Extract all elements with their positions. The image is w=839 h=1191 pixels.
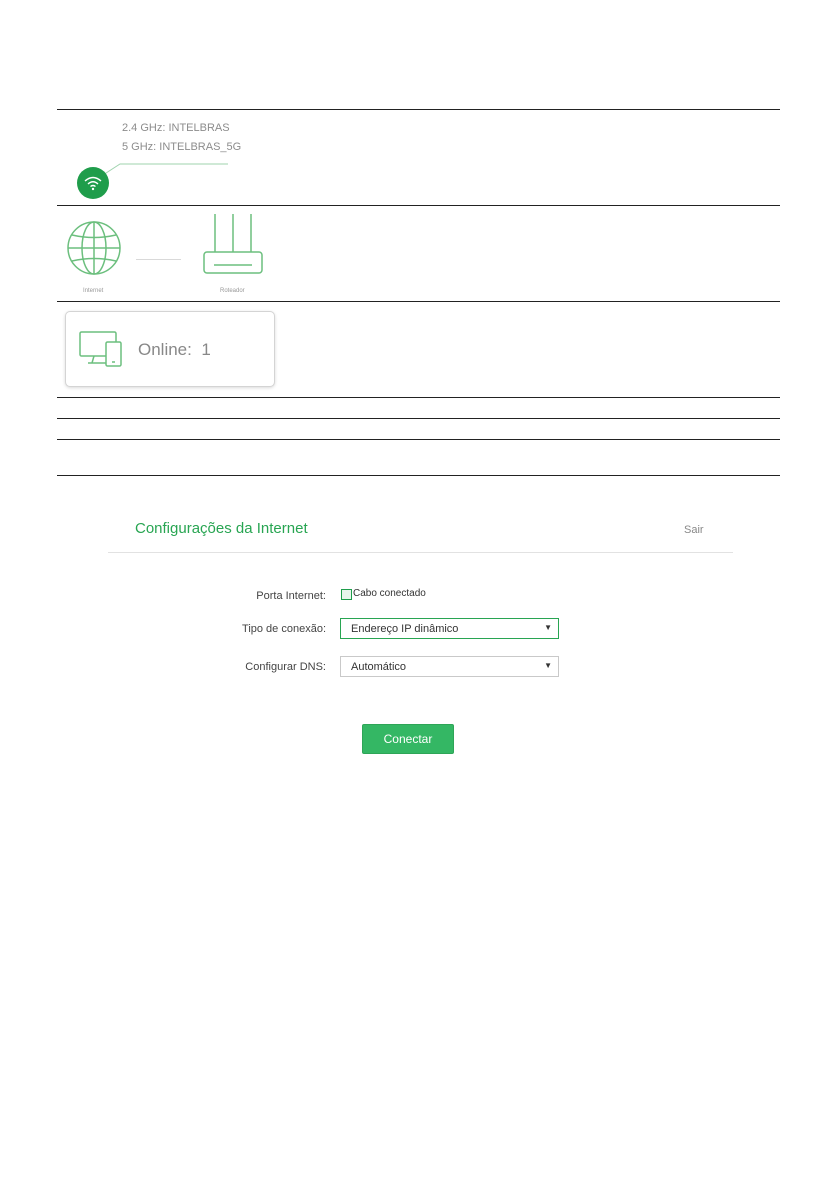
divider [57,439,780,440]
ssid-24ghz: 2.4 GHz: INTELBRAS [122,122,230,134]
online-count-text: Online: 1 [138,340,211,360]
page-title: Configurações da Internet [135,520,308,537]
connection-type-value: Endereço IP dinâmico [351,623,459,635]
online-label: Online: [138,340,192,359]
ssid-connector-line [102,163,228,176]
divider [57,301,780,302]
router-icon[interactable] [202,212,264,278]
devices-icon [79,331,122,367]
dns-config-label: Configurar DNS: [245,661,326,673]
dns-config-select[interactable]: Automático ▼ [340,656,559,677]
divider [57,205,780,206]
connection-type-label: Tipo de conexão: [242,623,326,635]
connection-type-select[interactable]: Endereço IP dinâmico ▼ [340,618,559,639]
dns-config-value: Automático [351,661,407,673]
link-line [136,259,181,260]
divider [108,552,733,553]
ssid-5ghz: 5 GHz: INTELBRAS_5G [122,141,242,153]
wifi-status-button[interactable] [77,167,109,199]
logout-link[interactable]: Sair [684,524,704,536]
divider [57,418,780,419]
divider [57,397,780,398]
connect-button[interactable]: Conectar [362,724,454,754]
divider [57,475,780,476]
divider [57,109,780,110]
internet-port-label: Porta Internet: [256,590,326,602]
router-label: Roteador [220,288,245,294]
chevron-down-icon: ▼ [544,623,552,632]
online-count: 1 [201,340,211,359]
cable-status-checkbox [341,589,352,600]
cable-status-text: Cabo conectado [353,588,426,599]
globe-icon[interactable] [66,220,122,276]
wifi-icon [84,176,102,191]
internet-label: Internet [83,288,104,294]
online-clients-card[interactable]: Online: 1 [65,311,275,387]
chevron-down-icon: ▼ [544,661,552,670]
